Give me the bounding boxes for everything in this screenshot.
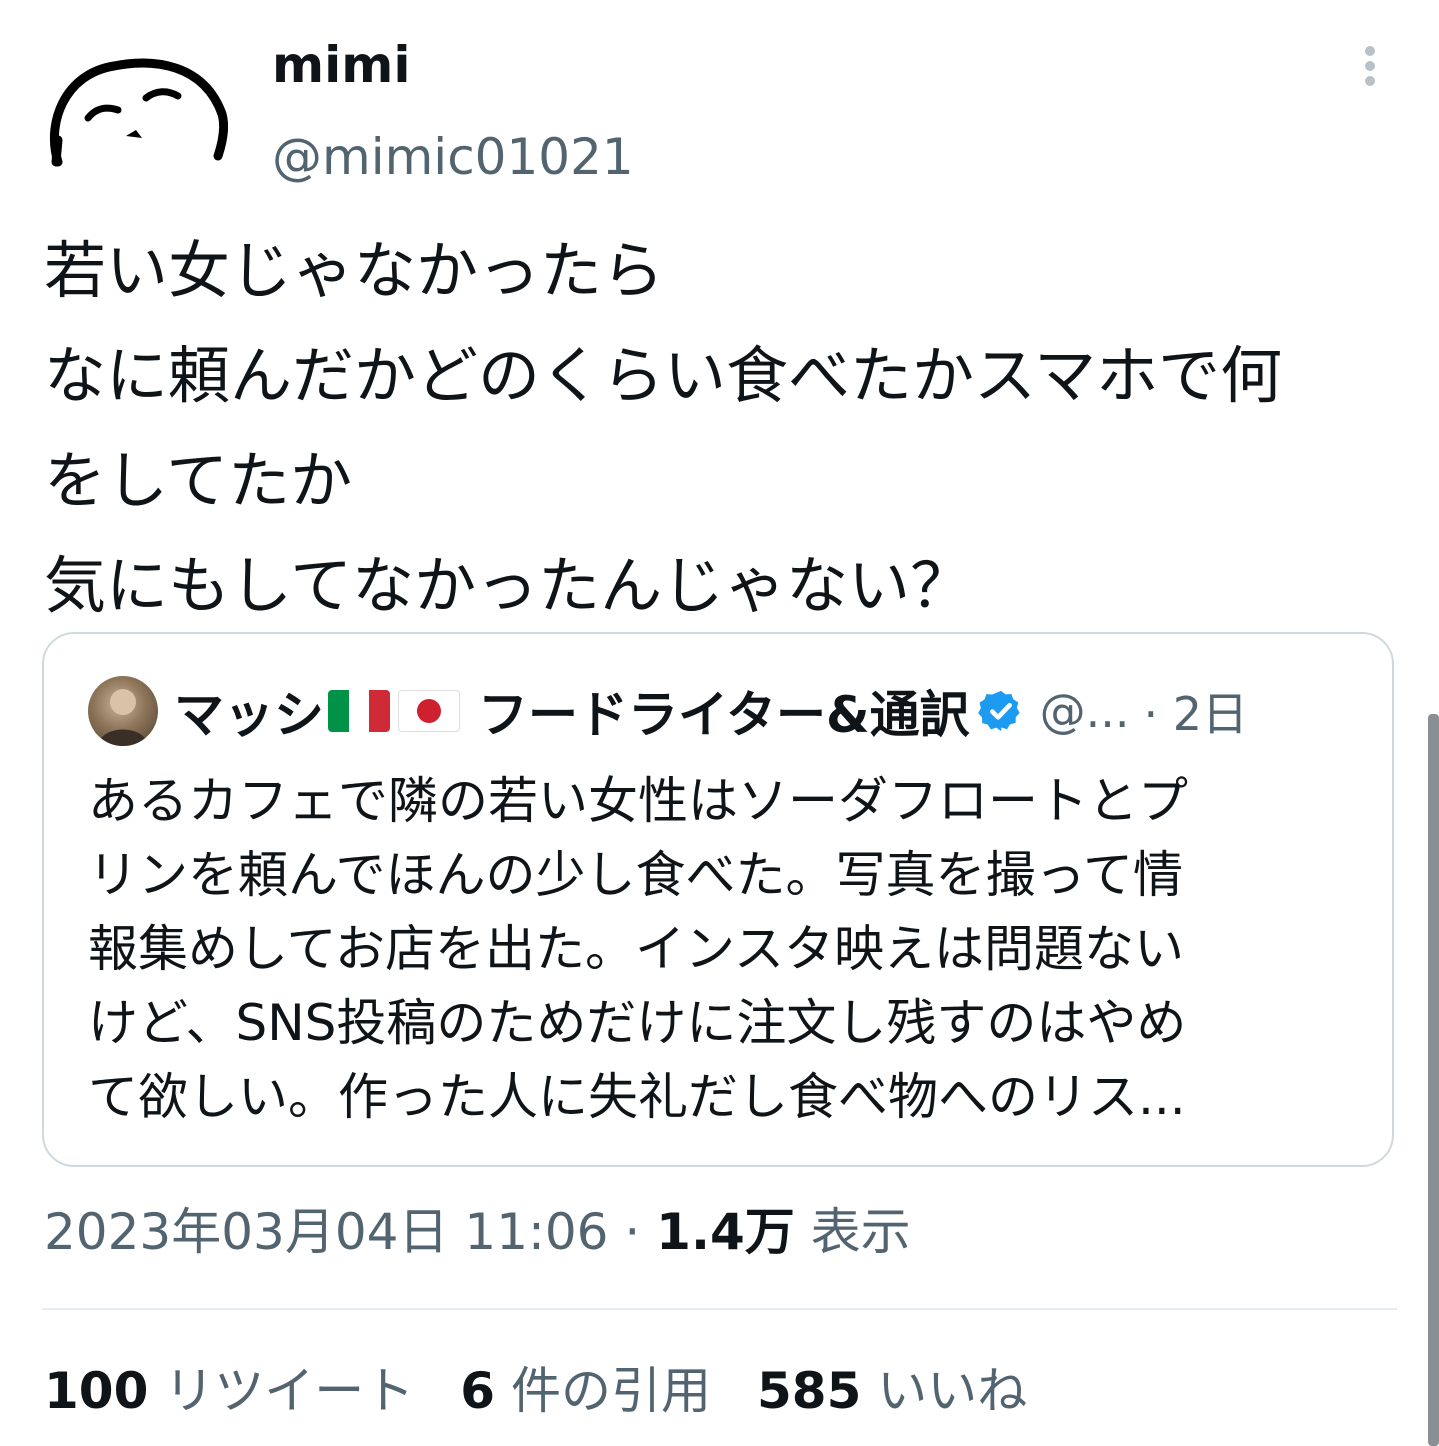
italy-flag-icon bbox=[328, 690, 390, 732]
quote-author-name[interactable]: マッシ フードライター&通訳 bbox=[174, 675, 970, 747]
views-label: 表示 bbox=[794, 1203, 911, 1261]
divider bbox=[42, 1308, 1397, 1310]
meta-separator: · bbox=[608, 1203, 657, 1261]
tweet-line: 気にもしてなかったんじゃない？ bbox=[44, 549, 973, 622]
more-vertical-icon bbox=[1365, 46, 1375, 56]
tweet-text: 若い女じゃなかったら なに頼んだかどのくらい食べたかスマホで何 をしてたか 気に… bbox=[44, 218, 1414, 638]
quoted-tweet-card[interactable]: マッシ フードライター&通訳 @... · 2日 あるカフェで隣の若い女性はソー… bbox=[42, 632, 1394, 1167]
quotes-count: 6 bbox=[460, 1362, 496, 1420]
quote-timestamp[interactable]: · 2日 bbox=[1143, 678, 1248, 744]
likes-count: 585 bbox=[756, 1362, 862, 1420]
tweet-line: 若い女じゃなかったら bbox=[44, 234, 665, 307]
person-photo-icon bbox=[98, 689, 148, 746]
quote-text: あるカフェで隣の若い女性はソーダフロートとプ リンを頼んでほんの少し食べた。写真… bbox=[88, 764, 1338, 1134]
more-options-button[interactable] bbox=[1350, 40, 1390, 92]
quote-name-part1: マッシ bbox=[174, 686, 324, 744]
tweet-line: なに頼んだかどのくらい食べたかスマホで何 bbox=[44, 339, 1283, 412]
quote-name-part2: フードライター&通訳 bbox=[478, 686, 970, 744]
avatar[interactable] bbox=[44, 44, 229, 174]
quote-avatar[interactable] bbox=[88, 676, 158, 746]
tweet-datetime[interactable]: 2023年03月04日 11:06 bbox=[44, 1203, 608, 1261]
tweet-meta: 2023年03月04日 11:06 · 1.4万 表示 bbox=[44, 1196, 911, 1268]
tweet-line: をしてたか bbox=[44, 444, 353, 517]
display-name[interactable]: mimi bbox=[272, 32, 410, 98]
verified-badge-icon bbox=[977, 690, 1020, 732]
quote-line: リンを頼んでほんの少し食べた。写真を撮って情 bbox=[88, 846, 1183, 904]
more-dot bbox=[1365, 76, 1375, 86]
retweets-count: 100 bbox=[44, 1362, 149, 1420]
quote-author-handle[interactable]: @... bbox=[1040, 684, 1130, 738]
views-count: 1.4万 bbox=[656, 1203, 795, 1261]
quote-header: マッシ フードライター&通訳 @... · 2日 bbox=[174, 676, 1248, 746]
user-handle[interactable]: @mimic01021 bbox=[272, 124, 634, 190]
retweets-label: リツイート bbox=[148, 1362, 415, 1420]
quote-line: て欲しい。作った人に失礼だし食べ物へのリス... bbox=[88, 1068, 1186, 1126]
likes-label: いいね bbox=[861, 1362, 1028, 1420]
retweets-stat[interactable]: 100 リツイート bbox=[44, 1356, 414, 1426]
japan-flag-icon bbox=[398, 690, 460, 732]
hand-drawn-face-icon bbox=[50, 58, 229, 167]
engagement-stats: 100 リツイート 6 件の引用 585 いいね bbox=[44, 1356, 1073, 1426]
quote-line: あるカフェで隣の若い女性はソーダフロートとプ bbox=[88, 772, 1188, 830]
quotes-label: 件の引用 bbox=[495, 1362, 711, 1420]
quote-line: けど、SNS投稿のためだけに注文し残すのはやめ bbox=[88, 994, 1187, 1052]
more-dot bbox=[1365, 61, 1375, 71]
scrollbar[interactable] bbox=[1428, 714, 1439, 1446]
quote-line: 報集めしてお店を出た。インスタ映えは問題ない bbox=[88, 920, 1184, 978]
quotes-stat[interactable]: 6 件の引用 bbox=[460, 1356, 711, 1426]
likes-stat[interactable]: 585 いいね bbox=[757, 1356, 1027, 1426]
